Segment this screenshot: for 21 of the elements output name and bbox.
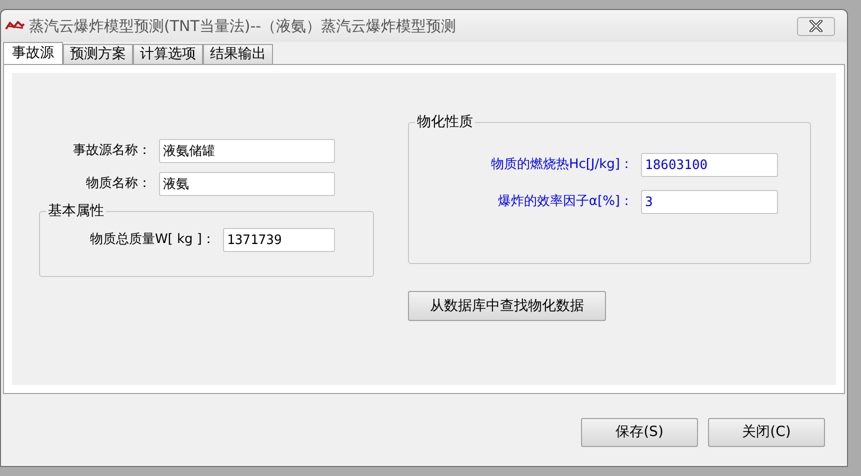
tab[interactable]: 预测方案	[63, 44, 133, 64]
window-title: 蒸汽云爆炸模型预测(TNT当量法)--（液氨）蒸汽云爆炸模型预测	[29, 16, 456, 37]
field-label: 物质名称：	[85, 175, 152, 194]
text-field[interactable]: 3	[641, 190, 778, 214]
field-label: 物质总质量W[ kg ]：	[88, 231, 216, 250]
dialog-button[interactable]: 关闭(C)	[708, 418, 825, 447]
close-button[interactable]	[797, 16, 835, 36]
tab[interactable]: 事故源	[3, 42, 63, 64]
text-field[interactable]: 18603100	[641, 153, 778, 177]
tab[interactable]: 计算选项	[133, 44, 203, 64]
field-label: 事故源名称：	[72, 142, 152, 160]
dialog-button[interactable]: 保存(S)	[581, 418, 698, 447]
app-logo-icon	[5, 21, 25, 31]
text-field[interactable]: 液氨储罐	[159, 139, 335, 163]
text-field[interactable]: 液氨	[159, 172, 335, 196]
lookup-button[interactable]: 从数据库中查找物化数据	[408, 291, 606, 321]
field-label: 爆炸的效率因子α[%]：	[496, 193, 634, 212]
text-field[interactable]: 1371739	[223, 228, 335, 252]
close-icon	[809, 20, 823, 32]
tab[interactable]: 结果输出	[203, 44, 273, 64]
field-label: 物质的燃烧热Hc[J/kg]：	[490, 156, 634, 174]
